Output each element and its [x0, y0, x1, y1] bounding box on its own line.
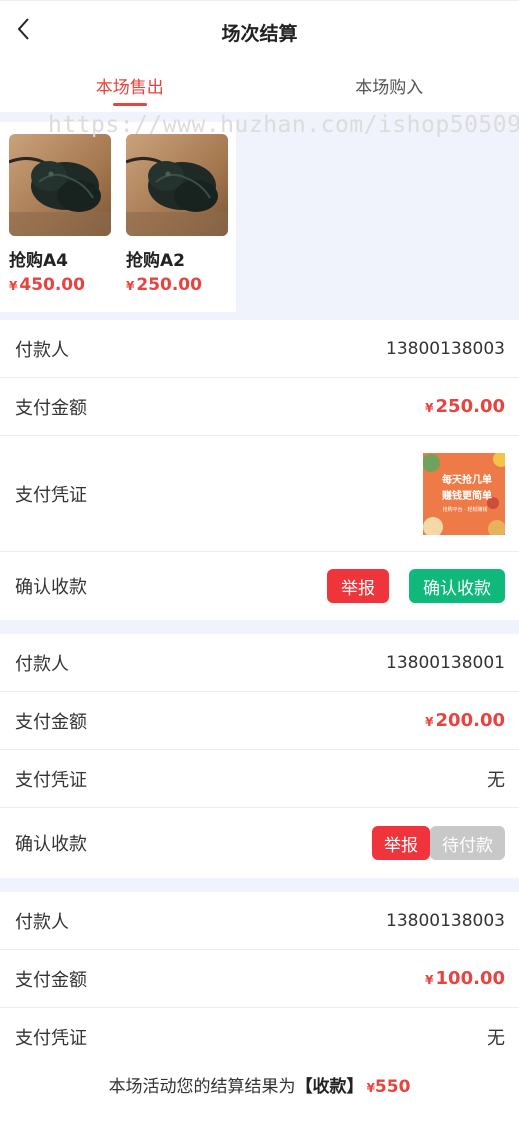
tab-active-indicator — [112, 103, 147, 106]
voucher-label: 支付凭证 — [15, 1028, 87, 1049]
amount-number: 100.00 — [435, 968, 505, 989]
voucher-image[interactable]: 每天抢几单 赚钱更简单 抢购平台 · 轻松赚钱 — [422, 450, 509, 538]
voucher-none: 无 — [487, 769, 505, 791]
voucher-row: 支付凭证 无 — [0, 750, 519, 808]
tab-bought-label: 本场购入 — [355, 78, 424, 98]
amount-value: ¥100.00 — [425, 968, 505, 989]
amount-number: 250.00 — [435, 396, 505, 417]
voucher-line1: 每天抢几单 — [442, 473, 492, 486]
payer-row: 付款人 13800138003 — [0, 892, 519, 950]
tab-sold-label: 本场售出 — [95, 78, 164, 98]
payer-row: 付款人 13800138003 — [0, 320, 519, 378]
currency-symbol: ¥ — [425, 715, 434, 729]
product-name: 抢购A4 — [9, 251, 68, 271]
payment-record: 付款人 13800138003 支付金额 ¥250.00 支付凭证 每天抢几单 … — [0, 320, 519, 620]
payer-value: 13800138003 — [386, 338, 505, 359]
amount-value: ¥250.00 — [425, 396, 505, 417]
product-image — [126, 134, 228, 236]
summary-result: 【收款】 — [295, 1077, 364, 1097]
confirm-row: 确认收款 举报 待付款 — [0, 808, 519, 878]
product-price-value: 450.00 — [19, 275, 85, 295]
summary-prefix: 本场活动您的结算结果为 — [108, 1077, 296, 1097]
report-button[interactable]: 举报 — [327, 569, 389, 603]
pending-payment-button[interactable]: 待付款 — [430, 826, 505, 860]
currency-symbol: ¥ — [425, 973, 434, 987]
payer-value: 13800138001 — [386, 652, 505, 673]
action-buttons: 举报 确认收款 — [327, 569, 505, 603]
confirm-label: 确认收款 — [15, 834, 87, 855]
voucher-none: 无 — [487, 1028, 505, 1049]
product-card[interactable]: 抢购A4 ¥450.00 — [9, 134, 113, 295]
voucher-row: 支付凭证 每天抢几单 赚钱更简单 抢购平台 · 轻松赚钱 — [0, 436, 519, 552]
amount-label: 支付金额 — [15, 969, 87, 991]
payer-label: 付款人 — [15, 911, 69, 933]
amount-label: 支付金额 — [15, 397, 87, 419]
page-title: 场次结算 — [221, 23, 298, 45]
payer-label: 付款人 — [15, 653, 69, 675]
voucher-line3: 抢购平台 · 轻松赚钱 — [443, 506, 488, 513]
payment-record: 付款人 13800138003 支付金额 ¥100.00 支付凭证 无 — [0, 892, 519, 1055]
product-price-value: 250.00 — [136, 275, 202, 295]
payment-record: 付款人 13800138001 支付金额 ¥200.00 支付凭证 无 确认收款… — [0, 634, 519, 878]
section-gap — [0, 878, 519, 892]
amount-row: 支付金额 ¥250.00 — [0, 378, 519, 436]
tab-sold[interactable]: 本场售出 — [0, 62, 260, 112]
confirm-payment-button[interactable]: 确认收款 — [409, 569, 505, 603]
amount-value: ¥200.00 — [425, 710, 505, 731]
currency-symbol: ¥ — [9, 279, 18, 293]
product-price: ¥250.00 — [126, 275, 230, 295]
products-section: 抢购A4 ¥450.00 抢购A2 ¥ 250.00 — [0, 112, 519, 320]
voucher-label: 支付凭证 — [15, 484, 87, 506]
action-buttons: 举报 待付款 — [372, 826, 505, 860]
summary-total-value: 550 — [374, 1077, 411, 1097]
amount-number: 200.00 — [435, 710, 505, 731]
product-card[interactable]: 抢购A2 ¥250.00 — [126, 134, 230, 295]
payer-label: 付款人 — [15, 339, 69, 361]
voucher-label: 支付凭证 — [15, 769, 87, 791]
voucher-row: 支付凭证 无 — [0, 1008, 519, 1055]
header-bar: 场次结算 — [0, 0, 519, 62]
tab-bar: 本场售出 本场购入 — [0, 62, 519, 112]
report-button[interactable]: 举报 — [372, 826, 430, 860]
payer-value: 13800138003 — [386, 910, 505, 931]
confirm-label: 确认收款 — [15, 577, 87, 598]
payer-row: 付款人 13800138001 — [0, 634, 519, 692]
currency-symbol: ¥ — [425, 401, 434, 415]
product-image — [9, 134, 111, 236]
voucher-line2: 赚钱更简单 — [441, 489, 492, 502]
product-price: ¥450.00 — [9, 275, 113, 295]
product-name: 抢购A2 — [126, 251, 185, 271]
amount-row: 支付金额 ¥100.00 — [0, 950, 519, 1008]
amount-label: 支付金额 — [15, 711, 87, 733]
amount-row: 支付金额 ¥200.00 — [0, 692, 519, 750]
product-list: 抢购A4 ¥450.00 抢购A2 ¥ 250.00 — [0, 122, 236, 312]
settlement-summary: 本场活动您的结算结果为【收款】 ¥550 — [0, 1055, 519, 1121]
confirm-row: 确认收款 举报 确认收款 — [0, 552, 519, 620]
summary-total: ¥550 — [364, 1077, 411, 1097]
currency-symbol: ¥ — [126, 279, 135, 293]
currency-symbol: ¥ — [366, 1081, 375, 1095]
section-gap — [0, 620, 519, 634]
tab-bought[interactable]: 本场购入 — [260, 62, 519, 112]
